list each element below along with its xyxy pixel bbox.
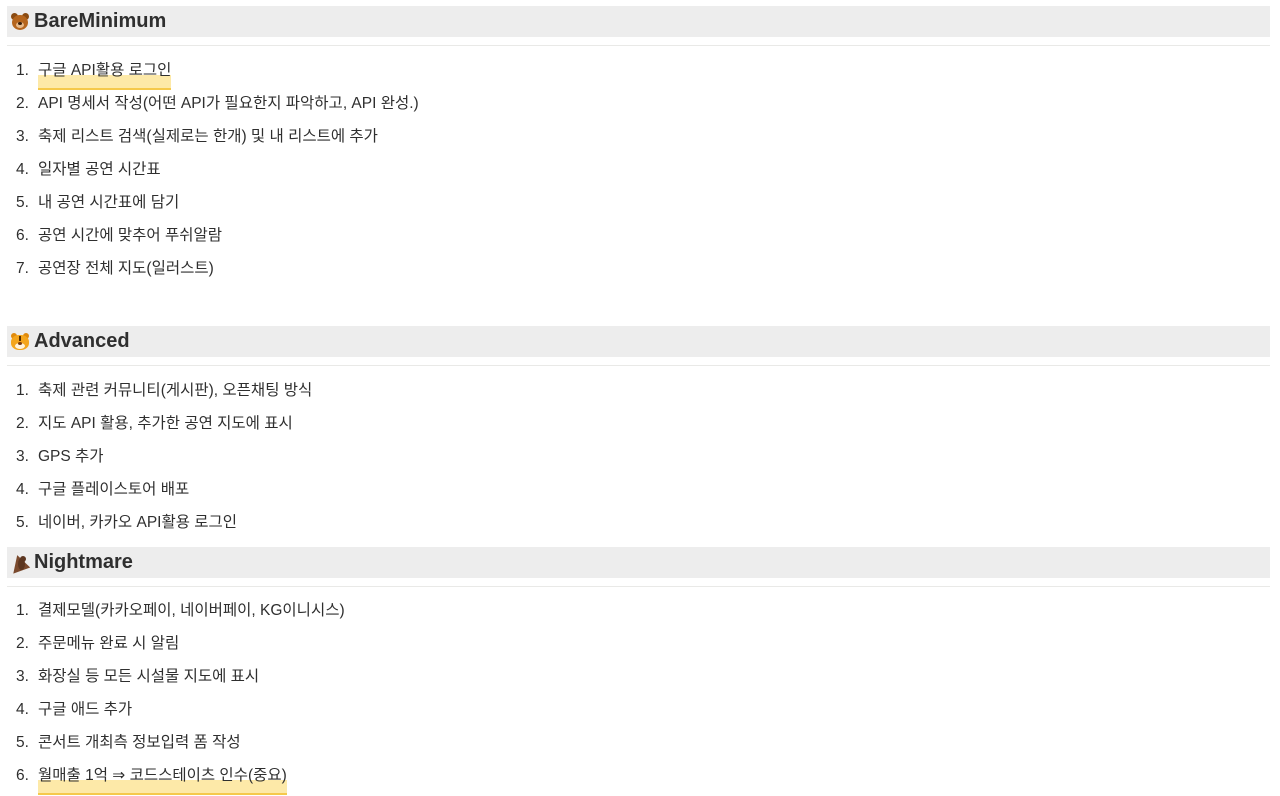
divider <box>7 45 1270 46</box>
list-number: 4. <box>16 701 29 718</box>
list-number: 1. <box>16 382 29 399</box>
list-text: 구글 플레이스토어 배포 <box>38 481 190 498</box>
list-text: 지도 API 활용, 추가한 공연 지도에 표시 <box>38 415 293 432</box>
divider <box>7 365 1270 366</box>
list-text: API 명세서 작성(어떤 API가 필요한지 파악하고, API 완성.) <box>38 95 419 112</box>
list-text: 주문메뉴 완료 시 알림 <box>38 635 180 652</box>
divider <box>7 586 1270 587</box>
section-title: Nightmare <box>34 551 133 573</box>
list-number: 6. <box>16 767 29 784</box>
list-number: 7. <box>16 260 29 277</box>
list-text: 월매출 1억 ⇒ 코드스테이츠 인수(중요) <box>38 759 287 795</box>
section-header-advanced[interactable]: Advanced <box>7 326 1270 357</box>
list-text: 공연장 전체 지도(일러스트) <box>38 260 214 277</box>
list-number: 1. <box>16 62 29 79</box>
list-number: 2. <box>16 95 29 112</box>
tiger-icon <box>10 332 30 352</box>
list-text: 축제 리스트 검색(실제로는 한개) 및 내 리스트에 추가 <box>38 128 378 145</box>
list-text: 구글 API활용 로그인 <box>38 54 172 90</box>
list-number: 4. <box>16 161 29 178</box>
bat-icon <box>7 551 31 574</box>
list-number: 1. <box>16 602 29 619</box>
notion-page: BareMinimum 1. 구글 API활용 로그인 2. API 명세서 작성(… <box>0 0 1280 796</box>
list-number: 5. <box>16 514 29 531</box>
list-number: 3. <box>16 668 29 685</box>
list-text: 결제모델(카카오페이, 네이버페이, KG이니시스) <box>38 602 345 619</box>
list-text: 일자별 공연 시간표 <box>38 161 161 178</box>
list-number: 5. <box>16 734 29 751</box>
list-text: 내 공연 시간표에 담기 <box>38 194 180 211</box>
list-text: GPS 추가 <box>38 448 104 465</box>
bear-icon <box>10 12 30 32</box>
list-number: 3. <box>16 128 29 145</box>
list-text: 구글 애드 추가 <box>38 701 133 718</box>
list-number: 3. <box>16 448 29 465</box>
list-number: 2. <box>16 415 29 432</box>
list-text: 화장실 등 모든 시설물 지도에 표시 <box>38 668 260 685</box>
list-number: 4. <box>16 481 29 498</box>
list-text: 공연 시간에 맞추어 푸쉬알람 <box>38 227 223 244</box>
list-number: 2. <box>16 635 29 652</box>
section-header-bareminimum[interactable]: BareMinimum <box>7 6 1270 37</box>
section-header-nightmare[interactable]: Nightmare <box>7 547 1270 578</box>
list-text: 콘서트 개최측 정보입력 폼 작성 <box>38 734 241 751</box>
list-text: 네이버, 카카오 API활용 로그인 <box>38 514 238 531</box>
list-text: 축제 관련 커뮤니티(게시판), 오픈채팅 방식 <box>38 382 313 399</box>
list-number: 5. <box>16 194 29 211</box>
section-title: BareMinimum <box>34 10 167 32</box>
list-number: 6. <box>16 227 29 244</box>
section-title: Advanced <box>34 330 130 352</box>
